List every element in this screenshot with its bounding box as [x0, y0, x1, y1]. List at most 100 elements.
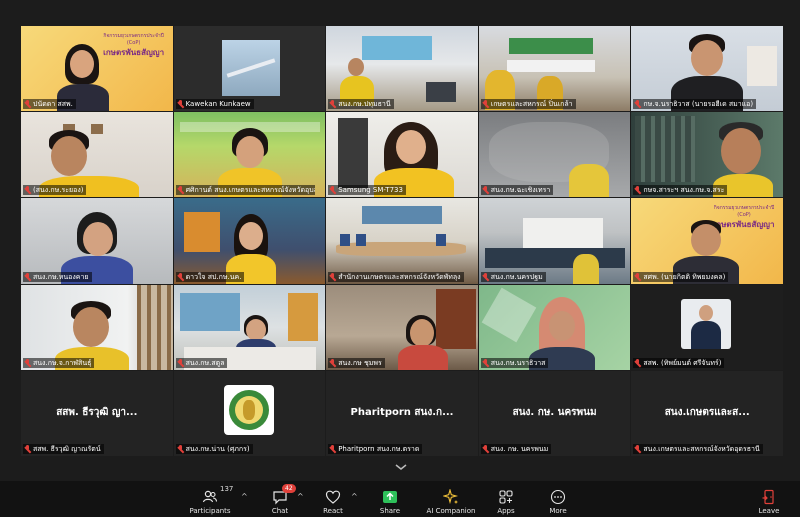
chat-button[interactable]: 42 Chat [265, 483, 296, 515]
share-label: Share [379, 507, 401, 515]
participant-name: เกษตรและสหกรณ์ ปิ่นเกล้า [480, 99, 576, 110]
video-tile[interactable]: สนง.กษ.น่าน (ศุภกร) [173, 370, 326, 456]
video-tile[interactable]: กิจกรรมยุวเกษตรกรประจำปี (CoP) เกษตรพันธ… [631, 198, 783, 284]
tile-display-name: สนง. กษ. นครพนม [512, 406, 597, 418]
participants-caret-icon[interactable]: ^ [241, 492, 248, 501]
mic-muted-icon [177, 358, 184, 367]
mic-muted-icon [329, 100, 336, 108]
mic-muted-icon [634, 444, 641, 453]
participant-name: สศพ. (นายกิตติ ทิพยมงคล) [633, 271, 729, 282]
participant-name: สนง.กษ ชุมพร [328, 357, 385, 368]
mic-muted-icon [482, 186, 489, 194]
participant-name: สนง.กษ.นครปฐม [480, 271, 546, 282]
react-caret-icon[interactable]: ^ [351, 492, 358, 501]
share-screen-icon [383, 491, 397, 503]
video-tile[interactable]: สำนักงานเกษตรและสหกรณ์จังหวัดพัทลุง [326, 198, 478, 284]
mic-muted-icon [177, 186, 184, 194]
mic-muted-icon [634, 186, 641, 194]
mic-muted-icon [329, 444, 336, 453]
mic-muted-icon [634, 358, 641, 367]
participants-label: Participants [189, 507, 231, 515]
participant-name: Kawekan Kunkaew [175, 99, 254, 110]
meeting-window: กิจกรรมยุวเกษตรกรประจำปี (CoP) เกษตรพันธ… [0, 0, 800, 517]
ministry-seal-icon [223, 384, 274, 435]
participant-name: Samsung SM-T733 [328, 185, 406, 196]
mic-muted-icon [482, 272, 489, 281]
leave-label: Leave [758, 507, 780, 515]
participant-name: สนง.กษ.น่าน (ศุภกร) [175, 443, 253, 454]
video-tile[interactable]: สนง. กษ. นครพนม สนง. กษ. นครพนม [478, 370, 631, 456]
participant-name: สำนักงานเกษตรและสหกรณ์จังหวัดพัทลุง [328, 271, 464, 282]
more-button[interactable]: More [543, 483, 573, 515]
mic-muted-icon [482, 358, 489, 367]
mic-muted-icon [177, 444, 184, 453]
mic-muted-icon [177, 272, 184, 281]
tile-display-name: Pharitporn สนง.ก... [350, 406, 454, 418]
mic-muted-icon [24, 100, 31, 108]
chat-label: Chat [271, 507, 289, 515]
participant-name: กษจ.สาระฯ สนง.กษ.จ.สระ [633, 185, 728, 196]
video-tile[interactable]: สนง.กษ.จ.กาฬสินธุ์ [21, 284, 173, 370]
chat-caret-icon[interactable]: ^ [297, 492, 304, 501]
video-tile[interactable]: สนง.กษ.สตูล [173, 284, 326, 370]
video-tile[interactable]: สนง.กษ.ปทุมธานี [326, 26, 478, 112]
video-tile[interactable]: Pharitporn สนง.ก... Pharitporn สนง.กษ.ตร… [326, 370, 478, 456]
tile-display-name: สสพ. ธีรวุฒิ ญา... [56, 406, 138, 418]
mic-muted-icon [329, 358, 336, 367]
video-tile[interactable]: Samsung SM-T733 [326, 112, 478, 198]
participant-name: สนง.เกษตรและสหกรณ์จังหวัดอุดรธานี [633, 443, 763, 454]
ai-companion-button[interactable]: AI Companion [423, 483, 479, 515]
participant-name: สนง. กษ. นครพนม [480, 443, 552, 454]
leave-button[interactable]: Leave [754, 483, 784, 515]
collapse-gallery-chevron-icon[interactable] [394, 462, 408, 472]
video-tile[interactable]: สนง.กษ.หนองคาย [21, 198, 173, 284]
video-tile[interactable]: สนง.กษ ชุมพร [326, 284, 478, 370]
participant-name: สสพ. ธีรวุฒิ ญาณรัตน์ [23, 443, 104, 454]
participants-icon [202, 490, 218, 503]
video-tile[interactable]: สสพ. (ทิพย์มนต์ ศรีจันทร์) [631, 284, 783, 370]
sparkle-icon [443, 489, 459, 505]
participant-name: สนง.กษ.จ.กาฬสินธุ์ [23, 357, 95, 368]
video-tile[interactable]: สนง.กษ.ฉะเชิงเทรา [478, 112, 631, 198]
banner-line1: กิจกรรมยุวเกษตรกรประจำปี (CoP) [713, 205, 775, 219]
video-tile[interactable]: กิจกรรมยุวเกษตรกรประจำปี (CoP) เกษตรพันธ… [21, 26, 173, 112]
video-tile[interactable]: สสพ. ธีรวุฒิ ญา... สสพ. ธีรวุฒิ ญาณรัตน์ [21, 370, 173, 456]
video-tile[interactable]: (สนง.กษ.ระยอง) [21, 112, 173, 198]
mic-muted-icon [329, 272, 336, 281]
apps-button[interactable]: Apps [492, 483, 520, 515]
mic-muted-icon [329, 186, 336, 194]
more-label: More [549, 507, 567, 515]
participant-name: (สนง.กษ.ระยอง) [23, 185, 87, 196]
video-tile[interactable]: สนง.เกษตรและส... สนง.เกษตรและสหกรณ์จังหว… [631, 370, 783, 456]
video-tile[interactable]: ศศิกานต์ สนง.เกษตรและสหกรณ์จังหวัดอุบล..… [173, 112, 326, 198]
share-button[interactable]: Share [375, 483, 405, 515]
more-dots-icon [550, 489, 566, 505]
participant-name: สนง.กษ.ปทุมธานี [328, 99, 394, 110]
video-tile[interactable]: สนง.กษ.นราธิวาส [478, 284, 631, 370]
heart-icon [325, 490, 341, 504]
participant-name: ดาวใจ สป.กษ.นค. [175, 271, 245, 282]
participant-name: Pharitporn สนง.กษ.ตราด [328, 443, 423, 454]
apps-icon [499, 490, 513, 504]
video-tile[interactable]: ดาวใจ สป.กษ.นค. [173, 198, 326, 284]
mic-muted-icon [177, 100, 184, 108]
participants-count: 137 [220, 485, 234, 493]
mic-muted-icon [24, 186, 31, 194]
video-tile[interactable]: กษ.จ.นราธิวาส (นายรอฮีเด สมาแอ) [631, 26, 783, 112]
participant-name: ศศิกานต์ สนง.เกษตรและสหกรณ์จังหวัดอุบล..… [175, 185, 316, 196]
mic-muted-icon [24, 444, 31, 453]
participant-name: สนง.กษ.ฉะเชิงเทรา [480, 185, 554, 196]
video-tile[interactable]: สนง.กษ.นครปฐม [478, 198, 631, 284]
mic-muted-icon [634, 100, 641, 108]
banner-line1: กิจกรรมยุวเกษตรกรประจำปี (CoP) [103, 33, 164, 46]
mic-muted-icon [24, 272, 31, 281]
banner-line2: เกษตรพันธสัญญา [103, 48, 165, 57]
react-button[interactable]: React [318, 483, 348, 515]
video-gallery: กิจกรรมยุวเกษตรกรประจำปี (CoP) เกษตรพันธ… [21, 26, 783, 456]
mic-muted-icon [634, 272, 641, 281]
mic-muted-icon [24, 358, 31, 367]
video-tile[interactable]: เกษตรและสหกรณ์ ปิ่นเกล้า [478, 26, 631, 112]
video-tile[interactable]: Kawekan Kunkaew [173, 26, 326, 112]
chat-unread-badge: 42 [282, 484, 296, 493]
video-tile[interactable]: กษจ.สาระฯ สนง.กษ.จ.สระ [631, 112, 783, 198]
